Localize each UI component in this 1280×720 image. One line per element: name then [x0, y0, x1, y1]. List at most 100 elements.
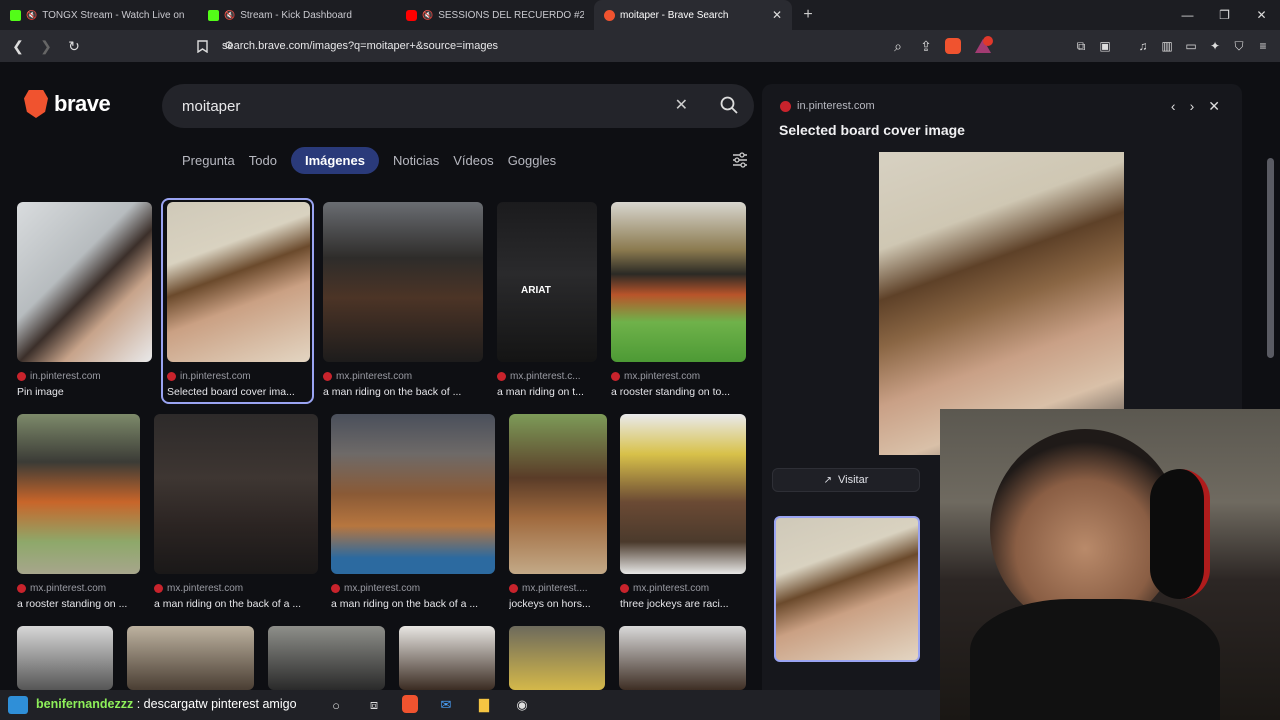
result-image[interactable]: [127, 626, 254, 690]
tab-strip: 🔇 TONGX Stream - Watch Live on Kick 🔇 St…: [0, 0, 1280, 30]
address-bar[interactable]: ⚙ search.brave.com/images?q=moitaper+&so…: [190, 33, 1000, 59]
extensions-icon[interactable]: ⧉: [1072, 34, 1090, 58]
close-preview-icon[interactable]: ✕: [1208, 98, 1220, 115]
result-source: mx.pinterest.com: [17, 583, 106, 594]
result-image[interactable]: [17, 202, 152, 362]
result-source: mx.pinterest.com: [323, 371, 412, 382]
result-image[interactable]: [620, 414, 746, 574]
brave-shields-icon[interactable]: [945, 38, 961, 54]
webcam-overlay: [940, 409, 1280, 720]
visit-label: Visitar: [838, 474, 869, 486]
obs-icon[interactable]: ◉: [512, 695, 532, 715]
result-source: in.pinterest.com: [17, 371, 101, 382]
result-card[interactable]: ARIAT mx.pinterest.c... a man riding on …: [497, 202, 597, 398]
result-image[interactable]: [509, 626, 605, 690]
app-icon[interactable]: [8, 696, 28, 714]
reload-icon[interactable]: ↻: [62, 34, 86, 58]
filter-pregunta[interactable]: Pregunta: [182, 147, 235, 174]
filter-imagenes[interactable]: Imágenes: [290, 147, 379, 174]
result-caption: Pin image: [17, 386, 64, 398]
back-icon[interactable]: ❮: [6, 34, 30, 58]
close-tab-icon[interactable]: ✕: [772, 8, 782, 22]
sidebar-icon[interactable]: ▥: [1158, 34, 1176, 58]
vpn-icon[interactable]: ⛉: [1230, 34, 1248, 58]
reader-icon[interactable]: ▣: [1096, 34, 1114, 58]
site-info-icon[interactable]: ⚙: [224, 39, 234, 52]
menu-icon[interactable]: ≡: [1254, 34, 1272, 58]
pinterest-icon: [509, 584, 518, 593]
result-card[interactable]: mx.pinterest.... jockeys on hors...: [509, 414, 607, 610]
maximize-icon[interactable]: ❐: [1206, 0, 1243, 30]
folder-icon[interactable]: ▇: [474, 695, 494, 715]
clear-search-icon[interactable]: ✕: [675, 95, 688, 115]
result-image[interactable]: [509, 414, 607, 574]
chat-username: benifernandezzz: [36, 697, 134, 711]
muted-speaker-icon[interactable]: 🔇: [26, 10, 37, 21]
tab-title: moitaper - Brave Search: [620, 9, 729, 21]
previous-icon[interactable]: ‹: [1171, 98, 1176, 115]
tab-title: SESSIÓNS DEL RECUERDO #2 - C: [438, 9, 584, 21]
result-card[interactable]: mx.pinterest.com three jockeys are raci.…: [620, 414, 746, 610]
minimize-icon[interactable]: —: [1169, 0, 1206, 30]
result-card[interactable]: mx.pinterest.com a rooster standing on t…: [611, 202, 746, 398]
result-image[interactable]: [17, 414, 140, 574]
window-controls: — ❐ ✕: [1169, 0, 1280, 30]
result-card-selected[interactable]: in.pinterest.com Selected board cover im…: [167, 202, 310, 398]
result-image[interactable]: [167, 202, 310, 362]
new-tab-icon[interactable]: +: [796, 6, 820, 24]
muted-speaker-icon[interactable]: 🔇: [422, 10, 433, 21]
filter-videos[interactable]: Vídeos: [453, 147, 493, 174]
result-image[interactable]: [619, 626, 746, 690]
result-caption: a man riding on the back of ...: [323, 386, 462, 398]
tab-brave-search[interactable]: moitaper - Brave Search ✕: [594, 0, 792, 30]
taskbar: benifernandezzz : descargatw pinterest a…: [0, 690, 940, 720]
brave-taskbar-icon[interactable]: [402, 695, 418, 713]
tab-tongx[interactable]: 🔇 TONGX Stream - Watch Live on Kick: [0, 0, 198, 30]
preview-thumbnail[interactable]: [774, 516, 920, 662]
scrollbar-thumb[interactable]: [1267, 158, 1274, 358]
preview-source[interactable]: in.pinterest.com: [780, 100, 875, 112]
result-card[interactable]: mx.pinterest.com a man riding on the bac…: [323, 202, 483, 398]
tab-youtube[interactable]: 🔇 SESSIÓNS DEL RECUERDO #2 - C: [396, 0, 594, 30]
share-icon[interactable]: ⇪: [914, 34, 938, 58]
image-ariat-text: ARIAT: [521, 285, 551, 296]
search-circle-icon[interactable]: ○: [326, 695, 346, 715]
result-image[interactable]: ARIAT: [497, 202, 597, 362]
youtube-favicon-icon: [406, 9, 417, 21]
close-window-icon[interactable]: ✕: [1243, 0, 1280, 30]
pinterest-icon: [323, 372, 332, 381]
result-image[interactable]: [399, 626, 495, 690]
forward-icon[interactable]: ❯: [34, 34, 58, 58]
result-image[interactable]: [611, 202, 746, 362]
filter-noticias[interactable]: Noticias: [393, 147, 439, 174]
task-view-icon[interactable]: ⧈: [364, 695, 384, 715]
tab-kick-dashboard[interactable]: 🔇 Stream - Kick Dashboard: [198, 0, 396, 30]
visit-button[interactable]: ↗ Visitar: [772, 468, 920, 492]
zoom-icon[interactable]: ⌕: [886, 34, 910, 58]
search-input[interactable]: moitaper ✕: [162, 84, 754, 128]
result-card[interactable]: mx.pinterest.com a man riding on the bac…: [331, 414, 495, 610]
filter-todo[interactable]: Todo: [249, 147, 277, 174]
next-icon[interactable]: ›: [1190, 98, 1195, 115]
media-icon[interactable]: ♫: [1134, 34, 1152, 58]
leo-icon[interactable]: ✦: [1206, 34, 1224, 58]
search-icon[interactable]: [718, 94, 740, 116]
result-image[interactable]: [331, 414, 495, 574]
result-caption: a man riding on the back of a ...: [154, 598, 302, 610]
muted-speaker-icon[interactable]: 🔇: [224, 10, 235, 21]
pinterest-icon: [331, 584, 340, 593]
mail-icon[interactable]: ✉: [436, 695, 456, 715]
brave-logo[interactable]: brave: [24, 90, 111, 118]
filter-settings-icon[interactable]: [732, 152, 748, 168]
result-image[interactable]: [17, 626, 113, 690]
result-card[interactable]: mx.pinterest.com a rooster standing on .…: [17, 414, 140, 610]
result-image[interactable]: [323, 202, 483, 362]
result-image[interactable]: [268, 626, 385, 690]
result-card[interactable]: mx.pinterest.com a man riding on the bac…: [154, 414, 318, 610]
wallet-icon[interactable]: ▭: [1182, 34, 1200, 58]
filter-goggles[interactable]: Goggles: [508, 147, 556, 174]
result-image[interactable]: [154, 414, 318, 574]
preview-title: Selected board cover image: [779, 122, 965, 138]
result-card[interactable]: in.pinterest.com Pin image: [17, 202, 152, 398]
pinterest-icon: [780, 100, 791, 112]
